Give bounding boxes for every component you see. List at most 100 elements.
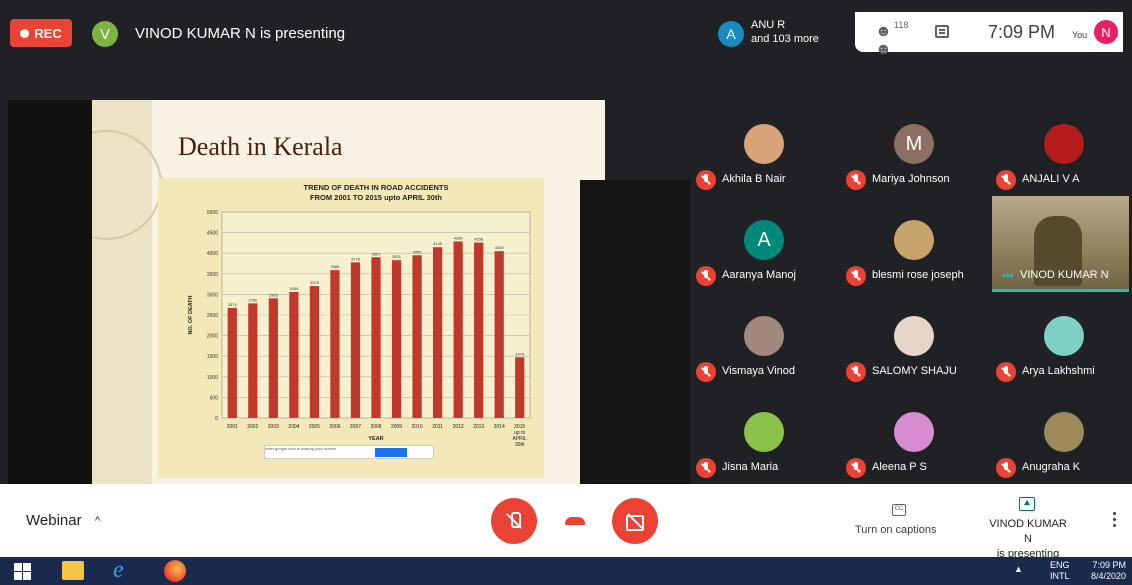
presenter-avatar: V — [92, 21, 118, 47]
x-tick-label: 2013 — [473, 424, 484, 430]
speaker-name: ANU R — [751, 19, 786, 31]
avatar: M — [894, 124, 934, 164]
participant-tile[interactable]: Arya Lakhshmi — [990, 292, 1132, 388]
participant-name: Mariya Johnson — [872, 173, 950, 185]
meet-window: REC V VINOD KUMAR N is presenting A ANU … — [0, 0, 1132, 585]
bar — [227, 307, 237, 418]
file-explorer-icon[interactable] — [62, 561, 84, 580]
bottom-bar: Webinar ^ CC Turn on captions VINOD KUMA… — [0, 484, 1132, 560]
avatar: A — [744, 220, 784, 260]
system-date: 8/4/2020 — [1090, 571, 1126, 581]
windows-start-icon[interactable] — [14, 563, 31, 580]
x-tick-label: 2010 — [412, 424, 423, 430]
y-tick-label: 5000 — [207, 210, 218, 216]
presenter-video-tile[interactable]: ••• VINOD KUMAR N — [992, 196, 1129, 292]
lang-line-1: ENG — [1050, 560, 1070, 570]
internet-explorer-icon[interactable]: e — [113, 557, 124, 584]
top-right-panel: ☻☻ 118 7:09 PM You N — [855, 12, 1123, 58]
bar — [289, 291, 299, 418]
lang-line-2: INTL — [1050, 571, 1070, 581]
bar — [412, 255, 422, 418]
mic-off-icon — [846, 170, 866, 190]
avatar — [744, 412, 784, 452]
participant-name: ANJALI V A — [1022, 173, 1080, 185]
participant-tile[interactable]: Vismaya Vinod — [690, 292, 837, 388]
language-indicator[interactable]: ENG INTL — [1050, 560, 1070, 582]
participant-tile[interactable]: Aleena P S — [840, 388, 987, 484]
firefox-icon[interactable] — [164, 560, 186, 582]
avatar — [894, 220, 934, 260]
speaker-summary[interactable]: ANU R and 103 more — [751, 18, 819, 46]
participant-tile[interactable]: blesmi rose joseph — [840, 196, 987, 292]
participant-tile[interactable]: SALOMY SHAJU — [840, 292, 987, 388]
x-tick-label: 2007 — [350, 424, 361, 430]
data-label: 3901 — [372, 251, 382, 256]
participant-tile[interactable]: M Mariya Johnson — [840, 100, 987, 196]
mic-toggle-button[interactable] — [491, 498, 537, 544]
presentation-margin — [8, 100, 92, 484]
camera-toggle-button[interactable] — [612, 498, 658, 544]
chevron-up-icon[interactable]: ^ — [95, 515, 100, 527]
system-clock[interactable]: 7:09 PM 8/4/2020 — [1090, 560, 1126, 582]
leave-call-button[interactable] — [552, 498, 598, 544]
captions-icon[interactable]: CC — [892, 504, 906, 516]
avatar — [744, 124, 784, 164]
avatar — [894, 316, 934, 356]
windows-taskbar: e ▲ ENG INTL 7:09 PM 8/4/2020 — [0, 557, 1132, 585]
bar — [432, 247, 443, 418]
presentation-slide: Death in Kerala TREND OF DEATH IN ROAD A… — [92, 100, 605, 484]
camera-off-icon — [625, 513, 645, 531]
mic-off-icon — [846, 362, 866, 382]
data-label: 3950 — [413, 249, 423, 254]
bar — [330, 270, 340, 418]
participant-grid: Akhila B Nair M Mariya Johnson ANJALI V … — [690, 100, 1132, 484]
participant-name: blesmi rose joseph — [872, 269, 964, 281]
x-tick-label: 2015 up to APRIL 30th — [513, 424, 528, 448]
bar — [391, 260, 402, 418]
participant-tile[interactable]: Akhila B Nair — [690, 100, 837, 196]
captions-button[interactable]: Turn on captions — [855, 524, 937, 536]
data-label: 3203 — [310, 280, 320, 285]
x-tick-label: 2004 — [288, 424, 299, 430]
chart-title: TREND OF DEATH IN ROAD ACCIDENTS — [304, 183, 449, 192]
participant-name: Anugraha K — [1022, 461, 1081, 473]
bar — [453, 241, 463, 418]
data-label: 3831 — [392, 254, 402, 259]
speaker-avatar[interactable]: A — [718, 21, 744, 47]
meeting-clock: 7:09 PM — [988, 22, 1056, 42]
y-axis-label: NO. OF DEATH — [188, 295, 194, 334]
recording-badge: REC — [10, 19, 72, 47]
participant-name: Vismaya Vinod — [722, 365, 795, 377]
avatar — [1044, 316, 1084, 356]
tray-expand-icon[interactable]: ▲ — [1014, 564, 1023, 574]
chat-icon[interactable] — [935, 25, 949, 38]
bar — [515, 357, 525, 418]
top-bar: REC V VINOD KUMAR N is presenting A ANU … — [0, 0, 1132, 60]
x-tick-label: 2002 — [247, 424, 258, 430]
screen-share-banner: meet.google.com is sharing your screen — [264, 445, 434, 459]
present-line-1: VINOD KUMAR N — [989, 518, 1067, 545]
presentation-status-button[interactable]: VINOD KUMAR N is presenting — [988, 517, 1068, 562]
bar-chart: TREND OF DEATH IN ROAD ACCIDENTSFROM 200… — [188, 183, 531, 448]
x-tick-label: 2008 — [370, 424, 381, 430]
meeting-details-button[interactable]: Webinar — [26, 512, 82, 529]
self-avatar[interactable]: N — [1094, 20, 1118, 44]
mic-off-icon — [996, 458, 1016, 478]
participant-tile[interactable]: A Aaranya Manoj — [690, 196, 837, 292]
participant-tile[interactable]: ANJALI V A — [990, 100, 1132, 196]
participant-tile[interactable]: Anugraha K — [990, 388, 1132, 484]
data-label: 4049 — [495, 245, 505, 250]
present-icon[interactable] — [1019, 497, 1035, 511]
stop-sharing-button[interactable] — [375, 448, 407, 457]
x-tick-label: 2012 — [453, 424, 464, 430]
mic-off-icon — [696, 458, 716, 478]
x-tick-label: 2003 — [268, 424, 279, 430]
participant-tile[interactable]: Jisna Maria — [690, 388, 837, 484]
x-tick-label: 2006 — [329, 424, 340, 430]
system-time: 7:09 PM — [1092, 560, 1126, 570]
data-label: 4258 — [474, 237, 484, 242]
x-tick-label: 2001 — [227, 424, 238, 430]
bar — [248, 303, 258, 418]
y-tick-label: 4000 — [207, 251, 218, 257]
more-options-icon[interactable] — [1113, 512, 1117, 528]
